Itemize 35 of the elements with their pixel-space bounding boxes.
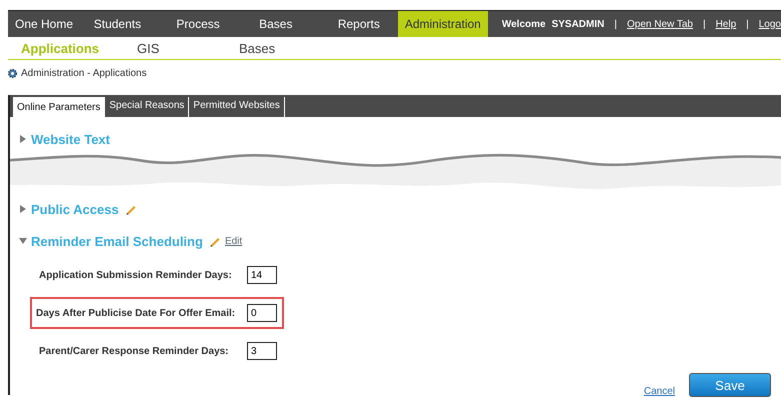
expand-arrow-icon[interactable]	[19, 205, 27, 213]
pencil-icon[interactable]	[124, 203, 137, 215]
nav-tab[interactable]: Students	[86, 11, 170, 37]
separator-text: |	[702, 18, 706, 30]
pencil-icon[interactable]	[208, 235, 221, 247]
input-field[interactable]: 3	[247, 342, 277, 360]
input-field[interactable]: 14	[247, 266, 277, 284]
separator-text: |	[746, 18, 749, 30]
nav-tab[interactable]: Administration	[398, 11, 488, 37]
header-link[interactable]: Open New Tab	[626, 18, 693, 30]
tab[interactable]: Special Reasons	[105, 97, 190, 117]
expand-arrow-icon[interactable]	[19, 135, 27, 143]
user-name: SYSADMIN	[552, 18, 604, 30]
save-button[interactable]: Save	[689, 373, 771, 397]
sub-nav-tab[interactable]: Bases	[226, 40, 342, 56]
nav-tab[interactable]: Process	[169, 11, 252, 37]
field-label: Parent/Carer Response Reminder Days:	[39, 346, 230, 356]
field-label: Application Submission Reminder Days:	[39, 270, 233, 280]
separator-text: |	[614, 18, 617, 30]
nav-tab[interactable]: Reports	[330, 11, 398, 37]
gear-icon	[7, 68, 18, 78]
welcome-text: Welcome	[502, 18, 546, 30]
cancel-link[interactable]: Cancel	[644, 386, 675, 397]
header-link[interactable]: Help	[716, 18, 736, 30]
field-label: Days After Publicise Date For Offer Email:	[36, 308, 236, 318]
sub-nav-tab[interactable]: GIS	[124, 40, 226, 56]
tab[interactable]: Online Parameters	[13, 97, 106, 117]
input-field[interactable]: 0	[247, 304, 277, 322]
tab[interactable]: Permitted Websites	[189, 97, 285, 117]
nav-tab[interactable]: One Home	[8, 11, 87, 37]
breadcrumb-text: Administration - Applications	[21, 68, 147, 78]
header-link[interactable]: Logo	[758, 18, 781, 30]
collapse-arrow-icon[interactable]	[19, 237, 27, 245]
nav-tab[interactable]: Bases	[252, 11, 331, 37]
edit-link[interactable]: Edit	[224, 236, 242, 246]
